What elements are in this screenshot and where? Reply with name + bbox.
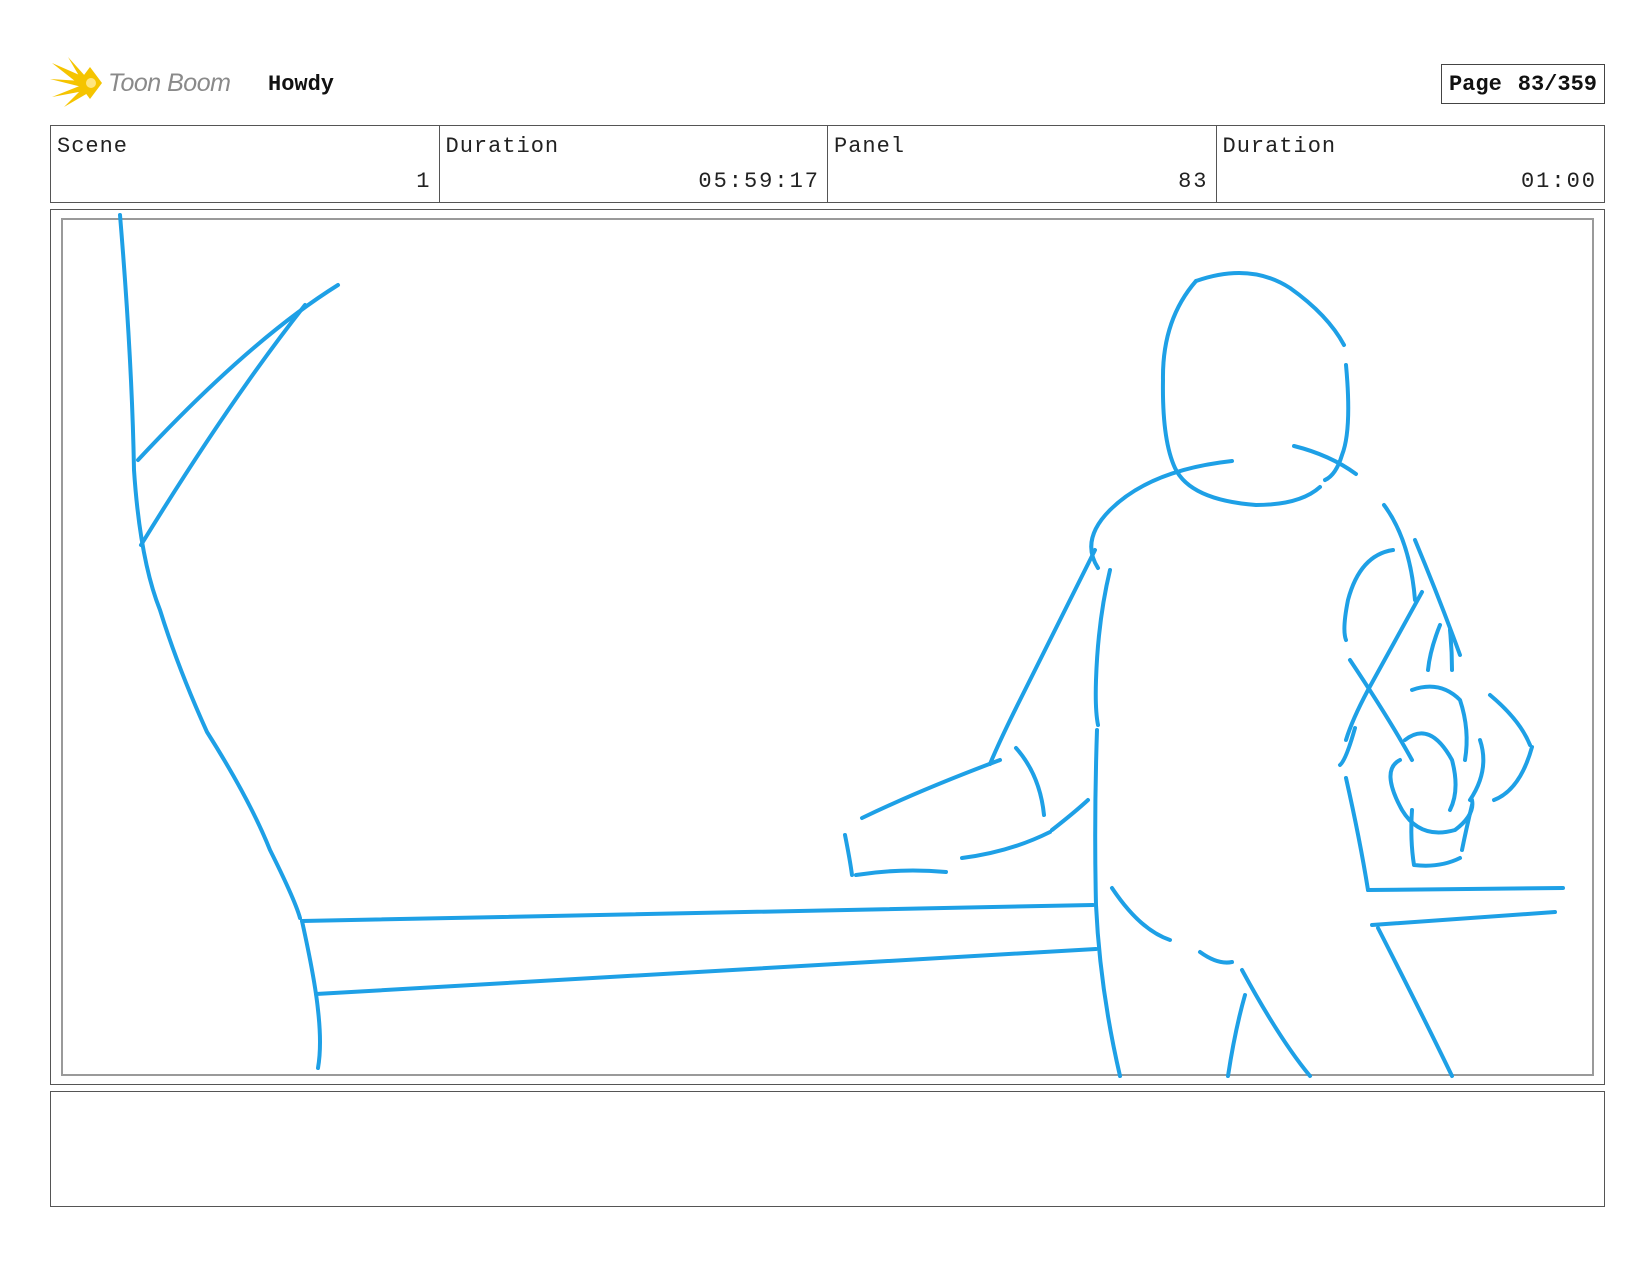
sketch-backpack-strap-3 xyxy=(1460,803,1474,852)
sketch-leg-right xyxy=(1240,968,1312,1078)
sketch-arm-lower xyxy=(860,758,1002,820)
panel-notes-box xyxy=(50,1091,1605,1207)
sketch-leg-hip xyxy=(1110,886,1172,942)
sketch-neck-left xyxy=(1089,459,1234,570)
sketch-leg-hip-2 xyxy=(1198,950,1234,965)
sketch-backpack-top-2 xyxy=(1448,628,1454,672)
sketch-hand-2 xyxy=(854,868,948,877)
sketch-hand-4 xyxy=(1050,798,1090,832)
sketch-right-leg xyxy=(1376,926,1454,1078)
sketch-right-table xyxy=(1366,886,1565,892)
sketch-leg-left xyxy=(1226,993,1247,1078)
sketch-backpack-strap xyxy=(1344,590,1424,742)
sketch-backpack-side xyxy=(1488,693,1532,747)
sketch-table-edge xyxy=(300,919,322,1070)
sketch-backpack-side-2 xyxy=(1492,745,1534,802)
sketch-backpack-strap-4 xyxy=(1468,738,1486,802)
sketch-back-right xyxy=(1413,538,1462,657)
sketch-elbow xyxy=(1014,746,1046,817)
sketch-backpack-top xyxy=(1426,623,1442,672)
sketch-table-under xyxy=(314,947,1098,996)
sketch-tree-branch-2 xyxy=(139,303,307,547)
sketch-hand-3 xyxy=(960,830,1052,860)
sketch-back-lower-2 xyxy=(1344,776,1370,892)
sketch-backpack-outer xyxy=(1342,548,1395,642)
sketch-arm-upper xyxy=(988,548,1097,766)
sketch-backpack-bag-2 xyxy=(1403,731,1458,812)
sketch-backpack-bag-3 xyxy=(1388,758,1475,835)
sketch-head xyxy=(1194,271,1346,347)
sketch-backpack-bag xyxy=(1410,684,1469,762)
sketch-tree-branch xyxy=(136,283,340,462)
sketch-table-top xyxy=(300,903,1095,923)
sketch-body-left xyxy=(1093,568,1112,727)
storyboard-sketch xyxy=(118,213,1565,1078)
sketch-right-table-2 xyxy=(1370,910,1557,927)
sketch-head-left xyxy=(1160,279,1322,507)
sketch-neck-right xyxy=(1292,444,1358,476)
sketch-tree-trunk xyxy=(118,213,302,920)
sketch-body-left-lower xyxy=(1093,728,1122,1078)
sketch-hand xyxy=(843,833,854,877)
sketch-backpack-pocket xyxy=(1409,808,1462,868)
